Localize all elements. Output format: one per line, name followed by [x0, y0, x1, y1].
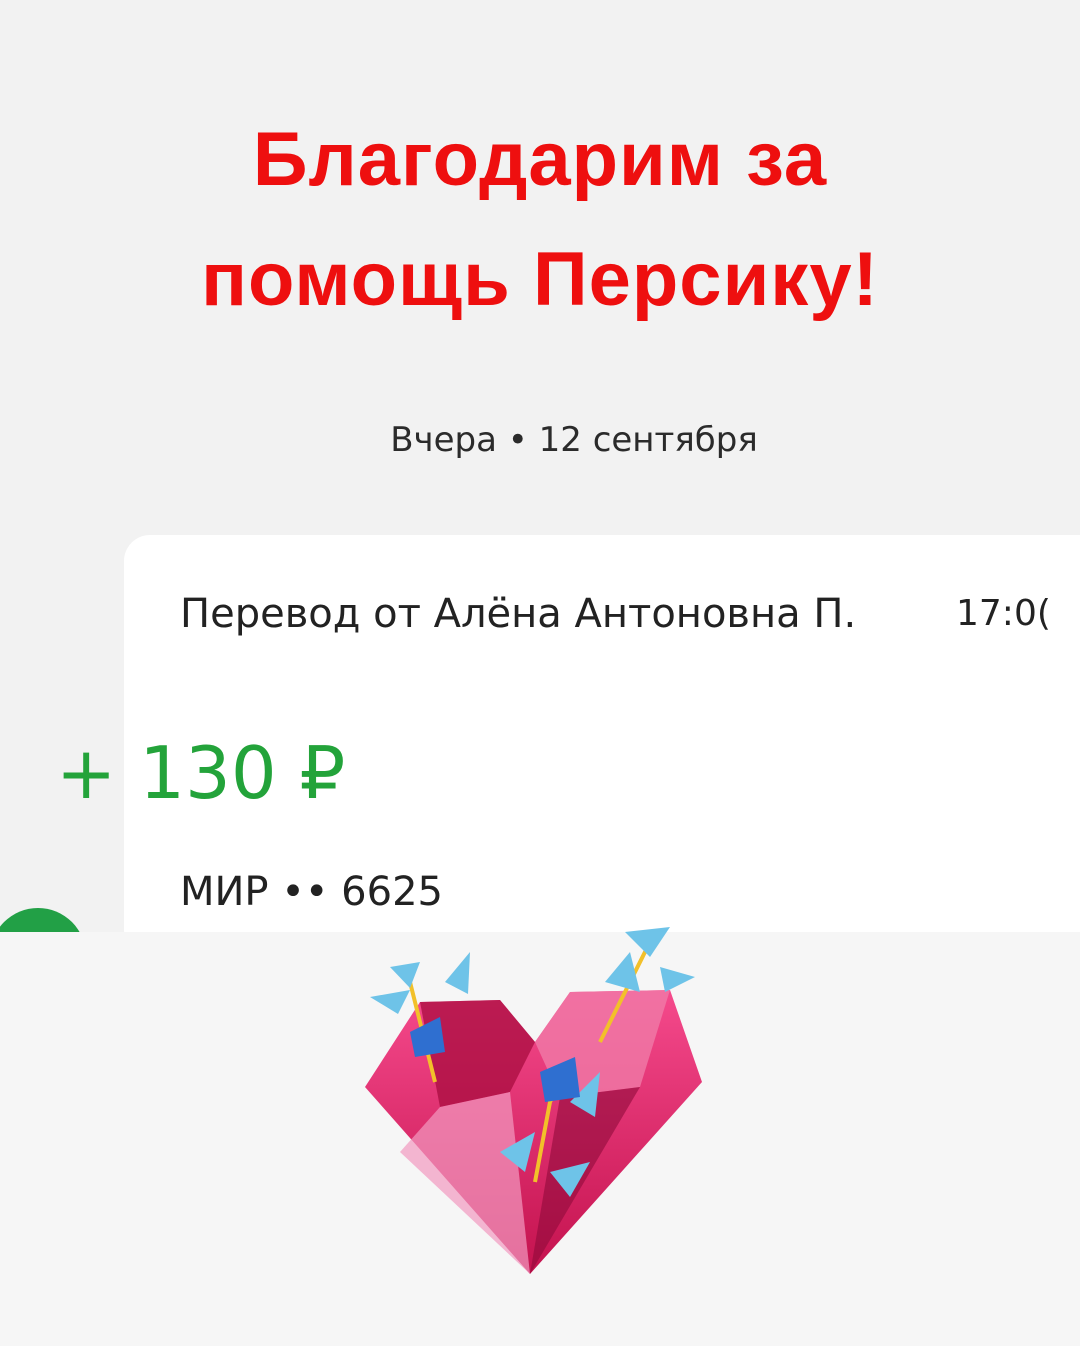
transaction-time: 17:0( [956, 593, 1051, 634]
payment-card-label: МИР •• 6625 [180, 869, 443, 915]
headline-line-2: помощь Персику! [201, 237, 879, 322]
date-header: Вчера • 12 сентября [390, 420, 758, 460]
headline-line-1: Благодарим за [252, 117, 828, 202]
thanks-headline: Благодарим за помощь Персику! [0, 100, 1080, 340]
screenshot-area: Благодарим за помощь Персику! Вчера • 12… [0, 0, 1080, 932]
transaction-amount: + 130 ₽ [56, 731, 346, 815]
transaction-title: Перевод от Алёна Антоновна П. [180, 591, 857, 637]
heart-with-flowers-icon [365, 927, 702, 1274]
operation-avatar-icon [0, 908, 86, 932]
